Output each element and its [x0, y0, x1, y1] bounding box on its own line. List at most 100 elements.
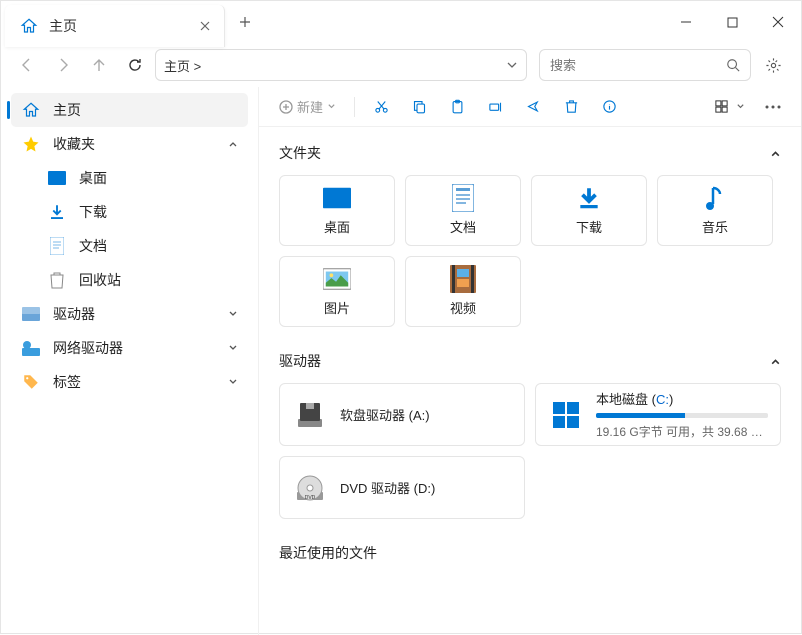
home-icon: [21, 100, 41, 120]
folder-tile-videos[interactable]: 视频: [405, 256, 521, 327]
delete-button[interactable]: [555, 92, 587, 122]
section-folders-header[interactable]: 文件夹: [279, 143, 781, 163]
tile-label: 音乐: [702, 217, 728, 236]
paste-button[interactable]: [441, 92, 473, 122]
drive-icon: [21, 304, 41, 324]
music-icon: [701, 185, 729, 211]
search-input[interactable]: [550, 58, 726, 73]
tab-home[interactable]: 主页: [5, 5, 225, 47]
copy-button[interactable]: [403, 92, 435, 122]
svg-text:DVD: DVD: [305, 495, 316, 501]
drive-name: 本地磁盘 (C:): [596, 389, 768, 408]
tile-label: 图片: [324, 298, 350, 317]
new-label: 新建: [297, 97, 323, 116]
desktop-icon: [47, 168, 67, 188]
sidebar-item-drives[interactable]: 驱动器: [11, 297, 248, 331]
home-icon: [19, 16, 39, 36]
layout-button[interactable]: [706, 92, 753, 122]
sidebar-label: 文档: [79, 236, 238, 256]
search-icon[interactable]: [726, 58, 740, 72]
section-title: 文件夹: [279, 143, 321, 163]
drive-dvd[interactable]: DVD DVD 驱动器 (D:): [279, 456, 525, 519]
drive-local-c[interactable]: 本地磁盘 (C:) 19.16 G字节 可用，共 39.68 G...: [535, 383, 781, 446]
sidebar-label: 桌面: [79, 168, 238, 188]
chevron-up-icon[interactable]: [770, 148, 781, 159]
sidebar-item-network-drives[interactable]: 网络驱动器: [11, 331, 248, 365]
section-recent-header[interactable]: 最近使用的文件: [279, 543, 781, 563]
sidebar-label: 收藏夹: [53, 134, 216, 154]
tile-label: 视频: [450, 298, 476, 317]
more-button[interactable]: [757, 92, 789, 122]
new-button[interactable]: 新建: [271, 92, 344, 122]
refresh-button[interactable]: [119, 49, 151, 81]
tile-label: 桌面: [324, 217, 350, 236]
separator: [354, 97, 355, 117]
folder-tiles: 桌面 文档 下载 音乐 图片: [279, 175, 781, 327]
chevron-down-icon[interactable]: [506, 59, 518, 71]
sidebar-item-home[interactable]: 主页: [11, 93, 248, 127]
folder-tile-downloads[interactable]: 下载: [531, 175, 647, 246]
sidebar-item-documents[interactable]: 文档: [11, 229, 248, 263]
sidebar-item-desktop[interactable]: 桌面: [11, 161, 248, 195]
sidebar-item-favorites[interactable]: 收藏夹: [11, 127, 248, 161]
sidebar-label: 标签: [53, 372, 216, 392]
minimize-button[interactable]: [663, 6, 709, 38]
tile-label: 下载: [576, 217, 602, 236]
chevron-down-icon[interactable]: [228, 309, 238, 319]
rename-button[interactable]: [479, 92, 511, 122]
forward-button[interactable]: [47, 49, 79, 81]
desktop-icon: [323, 185, 351, 211]
window-controls: [663, 6, 801, 38]
sidebar-label: 网络驱动器: [53, 338, 216, 358]
section-title: 最近使用的文件: [279, 543, 377, 563]
settings-button[interactable]: [755, 49, 791, 81]
network-drive-icon: [21, 338, 41, 358]
download-icon: [575, 185, 603, 211]
star-icon: [21, 134, 41, 154]
drive-usage-bar: [596, 413, 768, 418]
close-icon[interactable]: [198, 19, 212, 33]
share-button[interactable]: [517, 92, 549, 122]
drive-floppy[interactable]: 软盘驱动器 (A:): [279, 383, 525, 446]
toolbar: 新建: [259, 87, 801, 127]
drive-name: DVD 驱动器 (D:): [340, 478, 512, 497]
address-bar[interactable]: 主页 >: [155, 49, 527, 81]
sidebar-label: 驱动器: [53, 304, 216, 324]
content: 文件夹 桌面 文档 下载 音乐: [259, 127, 801, 635]
drive-list: 软盘驱动器 (A:) 本地磁盘 (C:) 19.16 G字节 可用，共 39.6…: [279, 383, 781, 519]
sidebar-label: 下载: [79, 202, 238, 222]
folder-tile-documents[interactable]: 文档: [405, 175, 521, 246]
info-button[interactable]: [593, 92, 625, 122]
sidebar-item-recycle[interactable]: 回收站: [11, 263, 248, 297]
navbar: 主页 >: [1, 43, 801, 87]
section-drives-header[interactable]: 驱动器: [279, 351, 781, 371]
document-icon: [449, 185, 477, 211]
cut-button[interactable]: [365, 92, 397, 122]
chevron-up-icon[interactable]: [228, 139, 238, 149]
folder-tile-desktop[interactable]: 桌面: [279, 175, 395, 246]
tab-title: 主页: [49, 16, 188, 36]
tag-icon: [21, 372, 41, 392]
close-window-button[interactable]: [755, 6, 801, 38]
drive-sub: 19.16 G字节 可用，共 39.68 G...: [596, 423, 768, 440]
chevron-up-icon[interactable]: [770, 356, 781, 367]
up-button[interactable]: [83, 49, 115, 81]
search-box[interactable]: [539, 49, 751, 81]
maximize-button[interactable]: [709, 6, 755, 38]
section-title: 驱动器: [279, 351, 321, 371]
dvd-icon: DVD: [292, 470, 328, 506]
chevron-down-icon[interactable]: [228, 343, 238, 353]
sidebar-label: 主页: [53, 100, 238, 120]
back-button[interactable]: [11, 49, 43, 81]
windows-drive-icon: [548, 397, 584, 433]
address-text: 主页 >: [164, 56, 506, 75]
folder-tile-pictures[interactable]: 图片: [279, 256, 395, 327]
video-icon: [449, 266, 477, 292]
new-tab-button[interactable]: [225, 1, 265, 43]
sidebar-item-downloads[interactable]: 下载: [11, 195, 248, 229]
folder-tile-music[interactable]: 音乐: [657, 175, 773, 246]
chevron-down-icon[interactable]: [228, 377, 238, 387]
sidebar: 主页 收藏夹 桌面 下载 文档 回收站 驱动器 网: [1, 87, 259, 635]
sidebar-label: 回收站: [79, 270, 238, 290]
sidebar-item-tags[interactable]: 标签: [11, 365, 248, 399]
